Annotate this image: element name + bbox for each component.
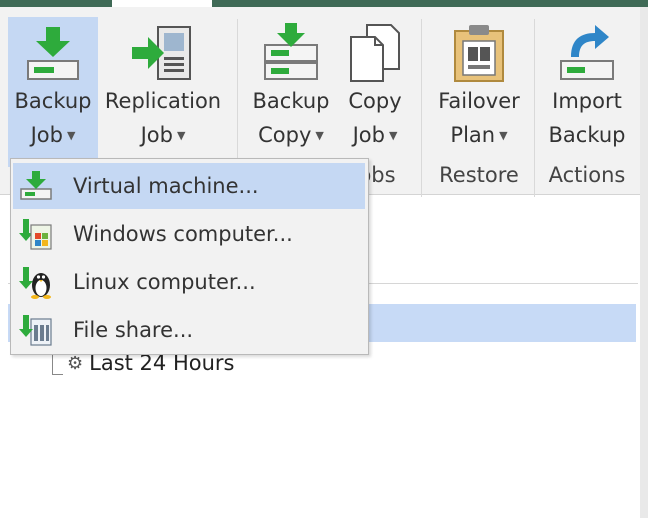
- chevron-down-icon: ▼: [176, 129, 186, 142]
- backup-copy-icon: [264, 23, 318, 80]
- menu-item-file-share[interactable]: File share...: [13, 307, 365, 353]
- ribbon-group-label-restore: Restore: [439, 163, 519, 187]
- import-backup-icon: [560, 25, 614, 80]
- backup-job-icon: [27, 27, 79, 80]
- menu-item-label: Linux computer...: [73, 270, 256, 294]
- menu-item-windows-computer[interactable]: Windows computer...: [13, 211, 365, 257]
- virtual-machine-icon: [20, 171, 52, 200]
- import-backup-label-2: Backup: [548, 123, 626, 147]
- failover-plan-icon: [454, 25, 504, 82]
- copy-job-icon: [350, 24, 400, 82]
- replication-job-button[interactable]: Replication Job ▼: [102, 17, 224, 167]
- chevron-down-icon: ▼: [66, 129, 76, 142]
- menu-item-label: Windows computer...: [73, 222, 293, 246]
- menu-item-linux-computer[interactable]: Linux computer...: [13, 259, 365, 305]
- window-edge: [640, 7, 648, 518]
- backup-copy-label-1: Backup: [252, 89, 330, 113]
- copy-job-label-1: Copy: [348, 89, 402, 113]
- chevron-down-icon: ▼: [315, 129, 324, 142]
- active-tab-gap: [112, 0, 212, 7]
- backup-copy-label-2: Copy: [258, 123, 312, 147]
- copy-job-label-2: Job: [352, 123, 385, 147]
- linux-computer-icon: [19, 267, 51, 299]
- file-share-icon: [19, 315, 52, 346]
- replication-job-label-1: Replication: [104, 89, 222, 113]
- menu-item-label: File share...: [73, 318, 194, 342]
- backup-job-label-2: Job: [30, 123, 63, 147]
- gear-icon: ⚙: [67, 352, 84, 374]
- menu-item-label: Virtual machine...: [73, 174, 259, 198]
- backup-job-dropdown: Virtual machine... Windows computer... L…: [10, 158, 369, 355]
- failover-plan-label-1: Failover: [438, 89, 520, 113]
- failover-plan-label-2: Plan: [450, 123, 496, 147]
- copy-job-button[interactable]: Copy Job ▼: [340, 17, 410, 167]
- menu-item-virtual-machine[interactable]: Virtual machine...: [13, 163, 365, 209]
- chevron-down-icon: ▼: [499, 129, 508, 142]
- backup-copy-button[interactable]: Backup Copy ▼: [248, 17, 334, 167]
- windows-computer-icon: [19, 219, 52, 250]
- backup-job-label-1: Backup: [14, 89, 92, 113]
- replication-job-icon: [132, 26, 191, 80]
- replication-job-label-2: Job: [140, 123, 173, 147]
- chevron-down-icon: ▼: [388, 129, 398, 142]
- backup-job-button[interactable]: Backup Job ▼: [8, 17, 98, 167]
- import-backup-label-1: Import: [552, 89, 622, 113]
- title-strip: [0, 0, 648, 7]
- import-backup-button[interactable]: Import Backup: [542, 17, 632, 167]
- ribbon-group-label-actions: Actions: [548, 163, 626, 187]
- ribbon-group-separator: [534, 19, 535, 197]
- failover-plan-button[interactable]: Failover Plan ▼: [430, 17, 528, 167]
- ribbon-group-separator: [421, 19, 422, 197]
